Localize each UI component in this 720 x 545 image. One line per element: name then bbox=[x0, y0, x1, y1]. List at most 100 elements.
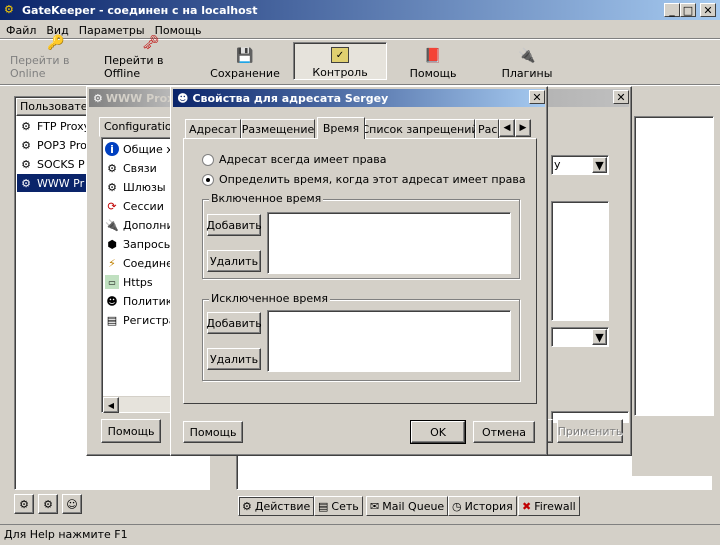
links-icon: ⚙ bbox=[107, 161, 117, 175]
proxy-help-button[interactable]: Помощь bbox=[101, 419, 161, 443]
person-icon: ☻ bbox=[106, 294, 118, 308]
chevron-down-icon[interactable]: ▼ bbox=[592, 329, 607, 345]
status-text: Для Help нажмите F1 bbox=[4, 528, 128, 541]
chevron-left-icon: ◀ bbox=[503, 123, 511, 133]
plug-icon: 🔌 bbox=[518, 48, 536, 64]
network-icon: ▤ bbox=[318, 499, 329, 513]
tab-time[interactable]: Время bbox=[317, 117, 365, 139]
menu-help[interactable]: Помощь bbox=[155, 24, 202, 37]
clock-icon: ◷ bbox=[452, 499, 462, 513]
help-book-icon: 📕 bbox=[424, 48, 442, 64]
document-icon: ▤ bbox=[106, 313, 118, 327]
back-dialog-select[interactable]: y ▼ bbox=[551, 155, 609, 175]
chevron-down-icon[interactable]: ▼ bbox=[592, 157, 607, 173]
excluded-time-list[interactable] bbox=[267, 310, 511, 372]
back-dialog-select-2[interactable]: ▼ bbox=[551, 327, 609, 347]
ok-button[interactable]: OK bbox=[410, 420, 466, 444]
config-item-gateways[interactable]: ⚙ Шлюзы bbox=[105, 178, 166, 196]
radio-always-allowed[interactable]: Адресат всегда имеет права bbox=[202, 153, 387, 166]
proxy-gear-icon: ⚙ bbox=[21, 176, 31, 190]
gear-icon: ⚙ bbox=[43, 497, 53, 511]
dialog-help-button[interactable]: Помощь bbox=[183, 421, 243, 443]
person-view-button[interactable]: ☺ bbox=[62, 494, 82, 514]
recipient-properties-dialog: ☻ Свойства для адресата Sergey ✕ Адресат… bbox=[170, 86, 548, 456]
help-button[interactable]: 📕 Помощь bbox=[400, 42, 466, 80]
envelope-icon: ✉ bbox=[370, 499, 380, 513]
apply-button[interactable]: Применить bbox=[557, 419, 623, 443]
tab-history[interactable]: ◷ История bbox=[448, 496, 517, 516]
firewall-icon: ✖ bbox=[522, 499, 532, 513]
right-list-area bbox=[634, 116, 714, 416]
go-offline-button[interactable]: 🗝 Перейти в Offline bbox=[104, 35, 198, 80]
connection-icon: ⚡ bbox=[108, 256, 116, 270]
config-item-connections[interactable]: ⚡ Соедине bbox=[105, 254, 173, 272]
minimize-button[interactable]: _ bbox=[664, 3, 680, 17]
included-add-button[interactable]: Добавить bbox=[206, 214, 262, 236]
tab-deny-list[interactable]: Список запрещений bbox=[361, 119, 479, 139]
config-item-additional[interactable]: 🔌 Дополни bbox=[105, 216, 173, 234]
plug-icon: 🔌 bbox=[105, 218, 119, 232]
tab-scroll-right-button[interactable]: ▶ bbox=[515, 119, 531, 137]
maximize-button[interactable]: □ bbox=[680, 3, 696, 17]
excluded-add-button[interactable]: Добавить bbox=[206, 312, 262, 334]
cancel-button[interactable]: Отмена bbox=[473, 421, 535, 443]
sessions-icon: ⟳ bbox=[107, 199, 117, 213]
config-item-requests[interactable]: ⬢ Запросы bbox=[105, 235, 172, 253]
tab-scroll-left-button[interactable]: ◀ bbox=[499, 119, 515, 137]
close-button[interactable]: ✕ bbox=[700, 3, 716, 17]
tab-schedule[interactable]: Рас bbox=[475, 119, 499, 139]
config-item-links[interactable]: ⚙ Связи bbox=[105, 159, 157, 177]
proxy-gear-icon: ⚙ bbox=[21, 157, 31, 171]
radio-define-time[interactable]: Определить время, когда этот адресат име… bbox=[202, 173, 526, 186]
scroll-left-icon[interactable]: ◀ bbox=[103, 397, 119, 413]
plugins-button[interactable]: 🔌 Плагины bbox=[494, 42, 560, 80]
radio-indicator bbox=[202, 153, 214, 166]
chevron-right-icon: ▶ bbox=[519, 123, 527, 133]
control-button[interactable]: ✓ Контроль bbox=[293, 42, 387, 80]
tab-firewall[interactable]: ✖ Firewall bbox=[518, 496, 580, 516]
menu-options[interactable]: Параметры bbox=[79, 24, 145, 37]
tab-action[interactable]: ⚙ Действие bbox=[238, 496, 315, 516]
excluded-remove-button[interactable]: Удалить bbox=[207, 348, 261, 370]
back-dialog-close-button[interactable]: ✕ bbox=[613, 90, 629, 104]
https-icon: ▭ bbox=[105, 275, 119, 289]
config-item-sessions[interactable]: ⟳ Сессии bbox=[105, 197, 163, 215]
action-icon: ⚙ bbox=[242, 499, 252, 513]
back-dialog-list bbox=[551, 201, 609, 321]
config-item-registration[interactable]: ▤ Регистра bbox=[105, 311, 176, 329]
tree-item-ftp-proxy[interactable]: ⚙ FTP Proxy bbox=[19, 117, 90, 135]
config-item-https[interactable]: ▭ Https bbox=[105, 273, 153, 291]
services-view-button[interactable]: ⚙ bbox=[38, 494, 58, 514]
included-remove-button[interactable]: Удалить bbox=[207, 250, 261, 272]
tree-item-socks-proxy[interactable]: ⚙ SOCKS P bbox=[19, 155, 85, 173]
config-item-general[interactable]: i Общие x bbox=[105, 140, 173, 158]
monitor-icon: ✓ bbox=[331, 47, 349, 63]
included-time-group: Включенное время Добавить Удалить bbox=[202, 192, 520, 279]
tab-network[interactable]: ▤ Сеть bbox=[314, 496, 363, 516]
tab-placement[interactable]: Размещение bbox=[241, 119, 315, 139]
time-tab-page: Адресат всегда имеет права Определить вр… bbox=[183, 138, 537, 404]
dialog-title: Свойства для адресата Sergey bbox=[192, 91, 389, 105]
users-view-button[interactable]: ⚙ bbox=[14, 494, 34, 514]
save-button[interactable]: 💾 Сохранение bbox=[210, 42, 280, 80]
gatekeeper-app-icon: ⚙ bbox=[4, 3, 14, 16]
proxy-gear-icon: ⚙ bbox=[93, 91, 103, 105]
person-icon: ☺ bbox=[66, 497, 78, 511]
excluded-time-group: Исключенное время Добавить Удалить bbox=[202, 292, 520, 381]
tab-recipient[interactable]: Адресат bbox=[185, 119, 241, 139]
excluded-time-label: Исключенное время bbox=[209, 292, 331, 305]
key-red-icon: 🗝 bbox=[142, 35, 160, 51]
main-title-bar: ⚙ GateKeeper - соединен с на localhost bbox=[0, 0, 720, 20]
tree-item-pop3-proxy[interactable]: ⚙ POP3 Pro bbox=[19, 136, 87, 154]
included-time-list[interactable] bbox=[267, 212, 511, 274]
gateway-icon: ⚙ bbox=[107, 180, 117, 194]
menu-file[interactable]: Файл bbox=[6, 24, 36, 37]
person-icon: ☻ bbox=[177, 91, 189, 105]
config-item-policies[interactable]: ☻ Политики bbox=[105, 292, 179, 310]
go-online-button[interactable]: 🔑 Перейти в Online bbox=[10, 35, 102, 80]
floppy-icon: 💾 bbox=[236, 48, 254, 64]
dialog-close-button[interactable]: ✕ bbox=[529, 90, 545, 104]
menu-bar: Файл Вид Параметры Помощь bbox=[6, 22, 211, 38]
tab-mail-queue[interactable]: ✉ Mail Queue bbox=[366, 496, 449, 516]
dialog-tabs: Адресат Размещение Время Список запрещен… bbox=[183, 117, 537, 139]
